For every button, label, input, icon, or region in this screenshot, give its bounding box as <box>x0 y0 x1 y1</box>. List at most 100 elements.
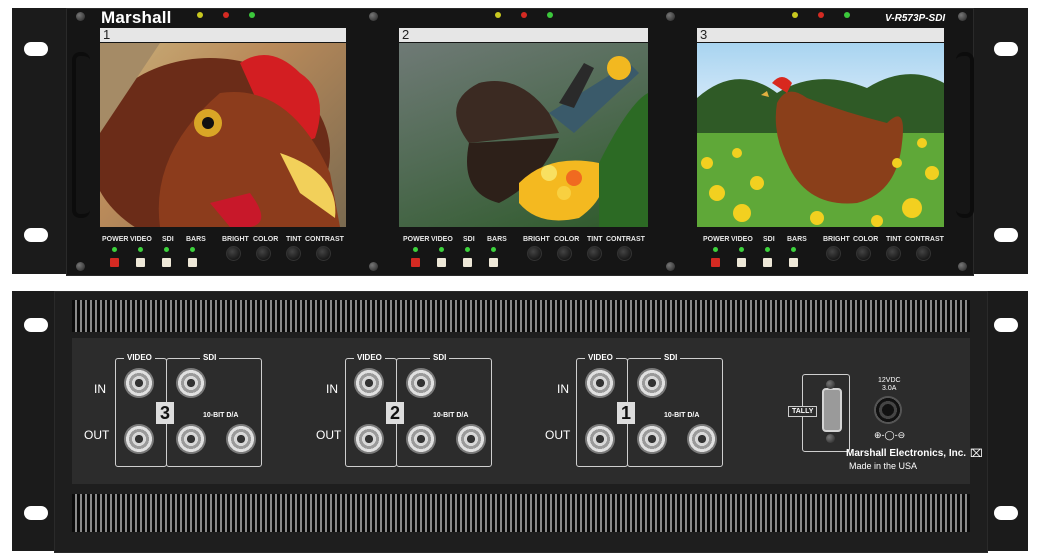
contrast-label: CONTRAST <box>606 236 645 243</box>
sdi-button[interactable] <box>763 258 772 267</box>
status-led-yellow <box>792 12 798 18</box>
video-in-bnc[interactable] <box>585 368 615 398</box>
status-led-red <box>223 12 229 18</box>
tint-knob[interactable] <box>286 246 301 261</box>
contrast-label: CONTRAST <box>305 236 344 243</box>
sdi-in-bnc[interactable] <box>637 368 667 398</box>
contrast-knob[interactable] <box>316 246 331 261</box>
front-handle-left[interactable] <box>72 52 90 218</box>
sdi-label: SDI <box>763 236 775 243</box>
da-out-bnc[interactable] <box>456 424 486 454</box>
bright-knob[interactable] <box>826 246 841 261</box>
sdi-header: SDI <box>661 353 681 362</box>
status-led-green <box>249 12 255 18</box>
bright-knob[interactable] <box>527 246 542 261</box>
front-handle-right[interactable] <box>956 52 974 218</box>
sdi-in-bnc[interactable] <box>176 368 206 398</box>
sdi-in-bnc[interactable] <box>406 368 436 398</box>
sdi-led <box>765 247 770 252</box>
screw <box>369 12 378 21</box>
bright-label: BRIGHT <box>523 236 550 243</box>
video-led <box>739 247 744 252</box>
sdi-header: SDI <box>430 353 450 362</box>
power-label: POWER <box>703 236 730 243</box>
out-label: OUT <box>545 428 571 442</box>
sdi-out-bnc[interactable] <box>406 424 436 454</box>
da-label: 10-BIT D/A <box>200 412 242 419</box>
bars-button[interactable] <box>789 258 798 267</box>
da-label: 10-BIT D/A <box>661 412 703 419</box>
channel-label-bar: 2 <box>399 27 648 42</box>
status-led-red <box>521 12 527 18</box>
sdi-button[interactable] <box>162 258 171 267</box>
bars-label: BARS <box>487 236 507 243</box>
power-button[interactable] <box>110 258 119 267</box>
video-out-bnc[interactable] <box>124 424 154 454</box>
sdi-out-bnc[interactable] <box>176 424 206 454</box>
contrast-knob[interactable] <box>916 246 931 261</box>
channel-number: 1 <box>103 27 111 42</box>
bars-led <box>190 247 195 252</box>
bars-label: BARS <box>787 236 807 243</box>
video-button[interactable] <box>437 258 446 267</box>
sdi-label: SDI <box>463 236 475 243</box>
video-header: VIDEO <box>585 353 616 362</box>
status-led-yellow <box>197 12 203 18</box>
contrast-label: CONTRAST <box>905 236 944 243</box>
mount-hole <box>24 318 48 332</box>
sdi-header: SDI <box>200 353 220 362</box>
da-out-bnc[interactable] <box>226 424 256 454</box>
bars-button[interactable] <box>188 258 197 267</box>
tally-db15-connector[interactable] <box>822 388 842 432</box>
da-out-bnc[interactable] <box>687 424 717 454</box>
video-button[interactable] <box>737 258 746 267</box>
power-label: POWER <box>403 236 430 243</box>
bright-knob[interactable] <box>226 246 241 261</box>
contrast-knob[interactable] <box>617 246 632 261</box>
input-number: 1 <box>617 402 635 424</box>
bars-label: BARS <box>186 236 206 243</box>
color-knob[interactable] <box>256 246 271 261</box>
bars-led <box>791 247 796 252</box>
manufacturer-label: Marshall Electronics, Inc. <box>846 448 967 459</box>
vent-top <box>72 300 970 332</box>
status-led-yellow <box>495 12 501 18</box>
color-label: COLOR <box>853 236 879 243</box>
video-header: VIDEO <box>124 353 155 362</box>
monitor-screen-1 <box>100 43 346 227</box>
mount-hole <box>994 318 1018 332</box>
status-led-green <box>547 12 553 18</box>
power-button[interactable] <box>411 258 420 267</box>
video-led <box>138 247 143 252</box>
video-in-bnc[interactable] <box>354 368 384 398</box>
bright-label: BRIGHT <box>823 236 850 243</box>
video-label: VIDEO <box>431 236 453 243</box>
model-label: V-R573P-SDI <box>885 13 946 24</box>
sdi-led <box>164 247 169 252</box>
video-label: VIDEO <box>731 236 753 243</box>
screw <box>76 12 85 21</box>
tint-knob[interactable] <box>587 246 602 261</box>
power-button[interactable] <box>711 258 720 267</box>
in-label: IN <box>94 382 106 396</box>
video-out-bnc[interactable] <box>354 424 384 454</box>
status-led-red <box>818 12 824 18</box>
sdi-button[interactable] <box>463 258 472 267</box>
mount-hole <box>24 228 48 242</box>
screw <box>826 380 835 389</box>
bars-button[interactable] <box>489 258 498 267</box>
sdi-led <box>465 247 470 252</box>
sdi-label: SDI <box>162 236 174 243</box>
color-knob[interactable] <box>557 246 572 261</box>
video-out-bnc[interactable] <box>585 424 615 454</box>
tint-knob[interactable] <box>886 246 901 261</box>
dc-power-jack[interactable] <box>874 396 902 424</box>
color-knob[interactable] <box>856 246 871 261</box>
video-button[interactable] <box>136 258 145 267</box>
screw <box>958 12 967 21</box>
sdi-out-bnc[interactable] <box>637 424 667 454</box>
video-led <box>439 247 444 252</box>
mount-hole <box>994 506 1018 520</box>
polarity-icon: ⊕-◯-⊖ <box>874 430 906 440</box>
video-in-bnc[interactable] <box>124 368 154 398</box>
